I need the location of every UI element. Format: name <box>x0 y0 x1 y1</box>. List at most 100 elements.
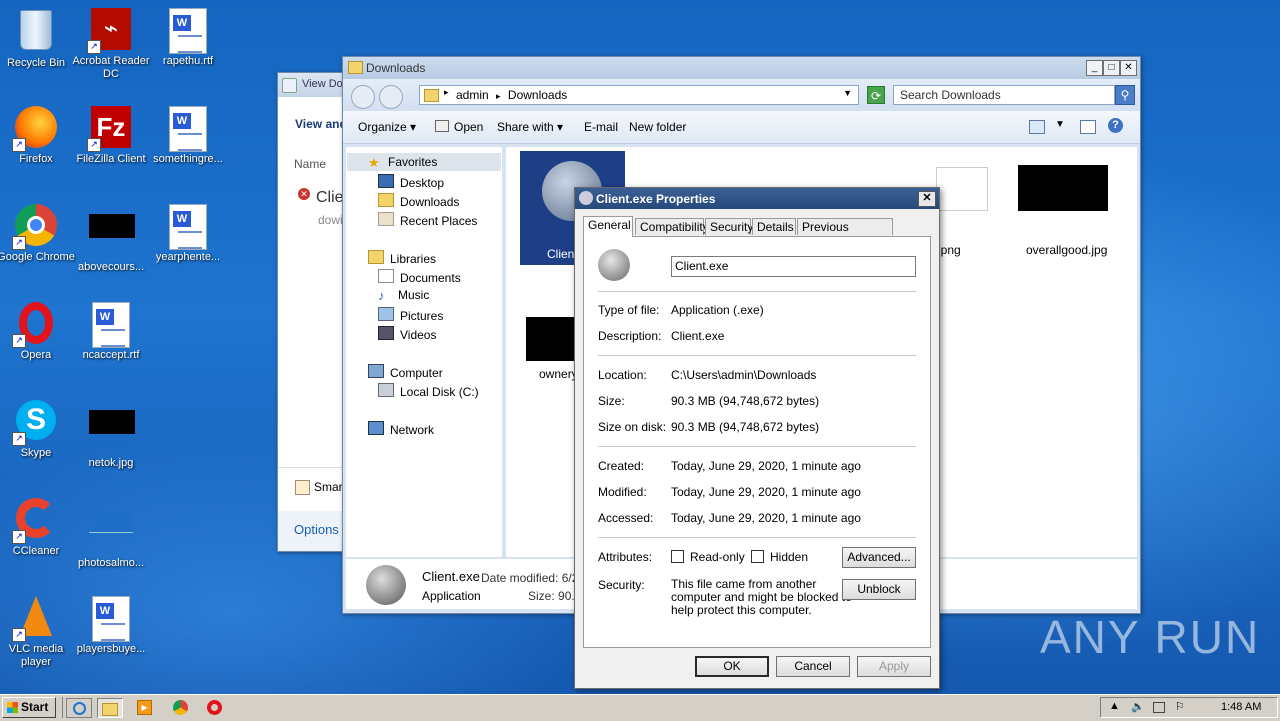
share-with-button[interactable]: Share with ▾ <box>497 120 563 134</box>
media-player-icon[interactable]: ▶ <box>137 700 152 715</box>
help-icon[interactable]: ? <box>1108 118 1123 133</box>
organize-button[interactable]: Organize ▾ <box>358 120 416 134</box>
nav-libraries[interactable]: Libraries <box>368 250 436 266</box>
desktop-icon-opera[interactable]: ↗ Opera <box>0 302 76 362</box>
desktop-icon-playersbuye[interactable]: W playersbuye... <box>71 596 151 656</box>
chrome-icon[interactable] <box>173 700 188 715</box>
desktop-icon-label: abovecours... <box>77 261 145 273</box>
advanced-button[interactable]: Advanced... <box>842 547 916 568</box>
properties-dialog[interactable]: Client.exe Properties ✕ General Compatib… <box>574 187 940 689</box>
tab-general[interactable]: General <box>583 216 633 237</box>
apply-button[interactable]: Apply <box>857 656 931 677</box>
dialog-title: Client.exe Properties <box>596 192 716 206</box>
forward-button[interactable] <box>379 85 403 109</box>
action-center-icon[interactable]: ⚐ <box>1175 700 1185 713</box>
maximize-button[interactable]: □ <box>1103 60 1120 76</box>
nav-music[interactable]: ♪ Music <box>378 288 429 303</box>
modified-label: Modified: <box>598 485 647 499</box>
column-header-name[interactable]: Name <box>294 157 326 171</box>
close-button[interactable]: ✕ <box>1120 60 1137 76</box>
type-value: Application (.exe) <box>671 303 764 317</box>
checkbox-box[interactable] <box>751 550 764 563</box>
tab-compatibility[interactable]: Compatibility <box>635 218 709 235</box>
nav-local-disk[interactable]: Local Disk (C:) <box>378 383 479 399</box>
desktop-icon-chrome[interactable]: ↗ Google Chrome <box>0 204 76 264</box>
desktop-icon-netok[interactable]: netok.jpg <box>71 400 151 470</box>
chevron-down-icon[interactable]: ▼ <box>843 88 852 98</box>
accessed-value: Today, June 29, 2020, 1 minute ago <box>671 511 861 525</box>
download-item-name[interactable]: Clie <box>316 189 344 207</box>
nav-downloads[interactable]: Downloads <box>378 193 459 209</box>
file-item-ownery[interactable]: ownery <box>539 367 578 381</box>
videos-icon <box>378 326 394 340</box>
acrobat-icon: ⌁ ↗ <box>87 8 133 54</box>
desktop-icon-acrobat[interactable]: ⌁ ↗ Acrobat Reader DC <box>71 8 151 81</box>
nav-videos[interactable]: Videos <box>378 326 436 342</box>
preview-pane-icon[interactable] <box>1080 120 1096 134</box>
breadcrumb-admin[interactable]: admin <box>456 88 489 102</box>
nav-favorites[interactable]: ★ Favorites <box>368 155 437 170</box>
start-button[interactable]: Start <box>2 697 56 718</box>
taskbar-explorer-button[interactable] <box>97 698 123 718</box>
desktop-icon-somethingre[interactable]: W somethingre... <box>148 106 228 166</box>
checkbox-box[interactable] <box>671 550 684 563</box>
dialog-close-button[interactable]: ✕ <box>918 191 936 207</box>
opera-icon[interactable] <box>207 700 222 715</box>
new-folder-button[interactable]: New folder <box>629 120 686 134</box>
desktop-icon-recycle-bin[interactable]: Recycle Bin <box>0 8 76 70</box>
readonly-checkbox[interactable]: Read-only <box>671 550 745 564</box>
nav-network[interactable]: Network <box>368 421 434 437</box>
nav-computer[interactable]: Computer <box>368 364 443 380</box>
chevron-down-icon[interactable]: ▼ <box>1055 119 1065 130</box>
desktop-icon-ncaccept[interactable]: W ncaccept.rtf <box>71 302 151 362</box>
desktop-icon-ccleaner[interactable]: ↗ CCleaner <box>0 498 76 558</box>
nav-desktop[interactable]: Desktop <box>378 174 444 190</box>
window-title: View Do <box>302 78 343 90</box>
desktop-icon-yearphente[interactable]: W yearphente... <box>148 204 228 264</box>
refresh-icon[interactable]: ⟳ <box>867 86 885 104</box>
nav-recent-places[interactable]: Recent Places <box>378 212 477 228</box>
folder-icon <box>102 703 118 716</box>
dialog-titlebar[interactable]: Client.exe Properties ✕ <box>575 188 939 209</box>
tab-security[interactable]: Security <box>705 218 753 235</box>
word-doc-icon: W <box>166 204 210 250</box>
unblock-button[interactable]: Unblock <box>842 579 916 600</box>
volume-icon[interactable]: 🔈 <box>1131 700 1145 713</box>
email-button[interactable]: E-mail <box>584 120 618 134</box>
search-icon[interactable]: ⚲ <box>1115 85 1135 105</box>
windows-logo-icon <box>7 702 18 713</box>
hidden-checkbox[interactable]: Hidden <box>751 550 808 564</box>
back-button[interactable] <box>351 85 375 109</box>
file-item-overallgood[interactable]: overallgood.jpg <box>1026 243 1107 257</box>
show-hidden-icons-icon[interactable]: ▲ <box>1109 700 1120 712</box>
taskbar-ie-button[interactable] <box>66 698 92 718</box>
explorer-titlebar[interactable]: Downloads _ □ ✕ <box>343 57 1140 79</box>
desktop-icon-photosalmo[interactable]: photosalmo... <box>71 498 151 570</box>
view-options-icon[interactable] <box>1029 120 1045 134</box>
nav-documents[interactable]: Documents <box>378 269 461 285</box>
cancel-button[interactable]: Cancel <box>776 656 850 677</box>
description-value: Client.exe <box>671 329 725 343</box>
desktop-icon-abovecours[interactable]: abovecours... <box>71 204 151 274</box>
options-link[interactable]: Options <box>294 522 339 537</box>
desktop-icon-skype[interactable]: S ↗ Skype <box>0 400 76 460</box>
desktop-icon-filezilla[interactable]: Fz ↗ FileZilla Client <box>71 106 151 166</box>
filename-field[interactable]: Client.exe <box>671 256 916 277</box>
nav-pictures[interactable]: Pictures <box>378 307 443 323</box>
desktop-icon-vlc[interactable]: ↗ VLC media player <box>0 596 76 669</box>
clock[interactable]: 1:48 AM <box>1221 701 1261 713</box>
desktop-icon-firefox[interactable]: ↗ Firefox <box>0 106 76 166</box>
open-button[interactable]: Open <box>435 120 483 134</box>
network-icon[interactable] <box>1153 702 1165 713</box>
search-input[interactable]: Search Downloads <box>893 85 1115 105</box>
ok-button[interactable]: OK <box>695 656 769 677</box>
desktop-icon-rapethu[interactable]: W rapethu.rtf <box>148 8 228 68</box>
minimize-button[interactable]: _ <box>1086 60 1103 76</box>
tab-previous-versions[interactable]: Previous Versions <box>797 218 893 250</box>
image-thumb-icon <box>1018 165 1108 211</box>
tab-details[interactable]: Details <box>752 218 796 235</box>
page-heading: View and <box>295 117 347 131</box>
breadcrumb-downloads[interactable]: Downloads <box>508 88 567 102</box>
address-bar[interactable]: ▸ admin ▸ Downloads ▼ <box>419 85 859 105</box>
devil-icon <box>366 565 406 605</box>
